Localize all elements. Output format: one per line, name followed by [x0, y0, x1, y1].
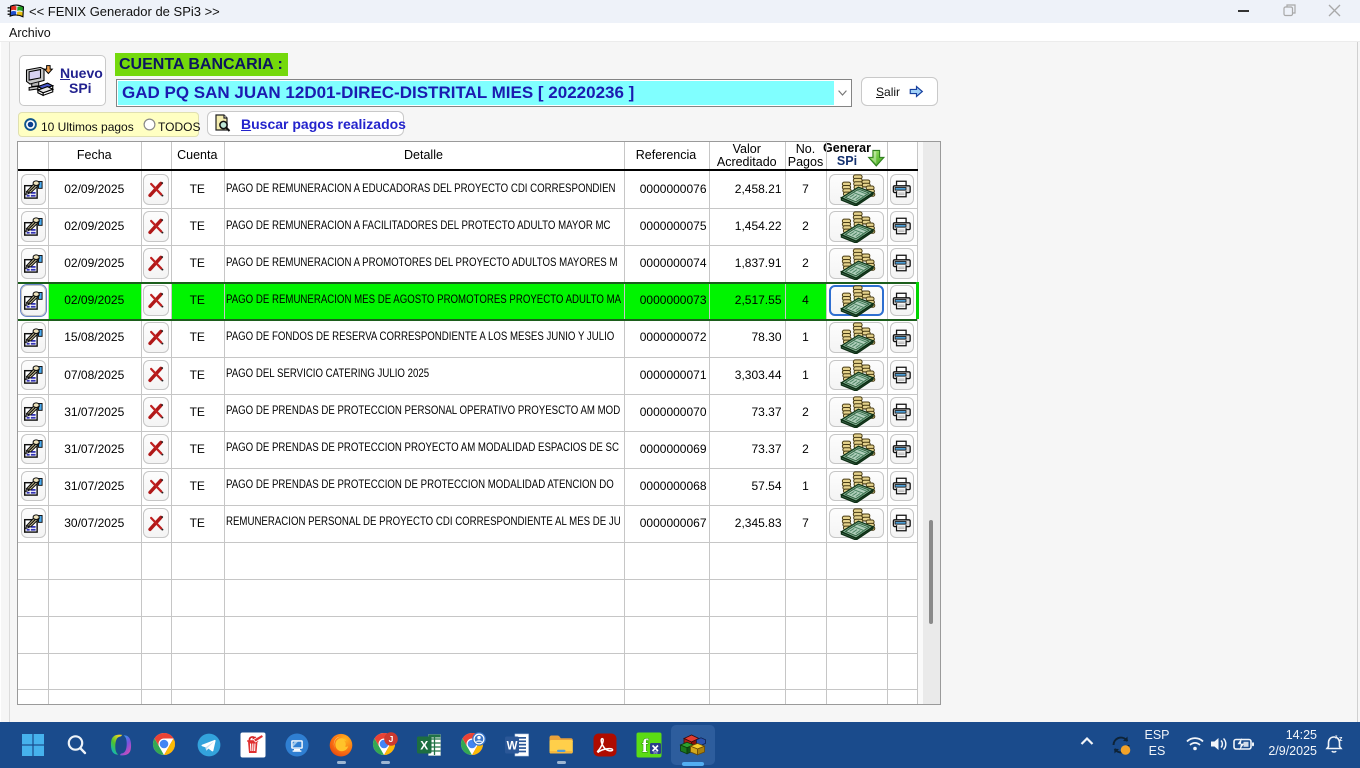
- svg-text:W: W: [507, 740, 518, 752]
- svg-text:sls: sls: [653, 751, 658, 755]
- svg-text:X: X: [420, 738, 428, 752]
- svg-text:f: f: [642, 736, 649, 757]
- svg-text:z: z: [1339, 736, 1343, 743]
- svg-text:J: J: [389, 734, 394, 744]
